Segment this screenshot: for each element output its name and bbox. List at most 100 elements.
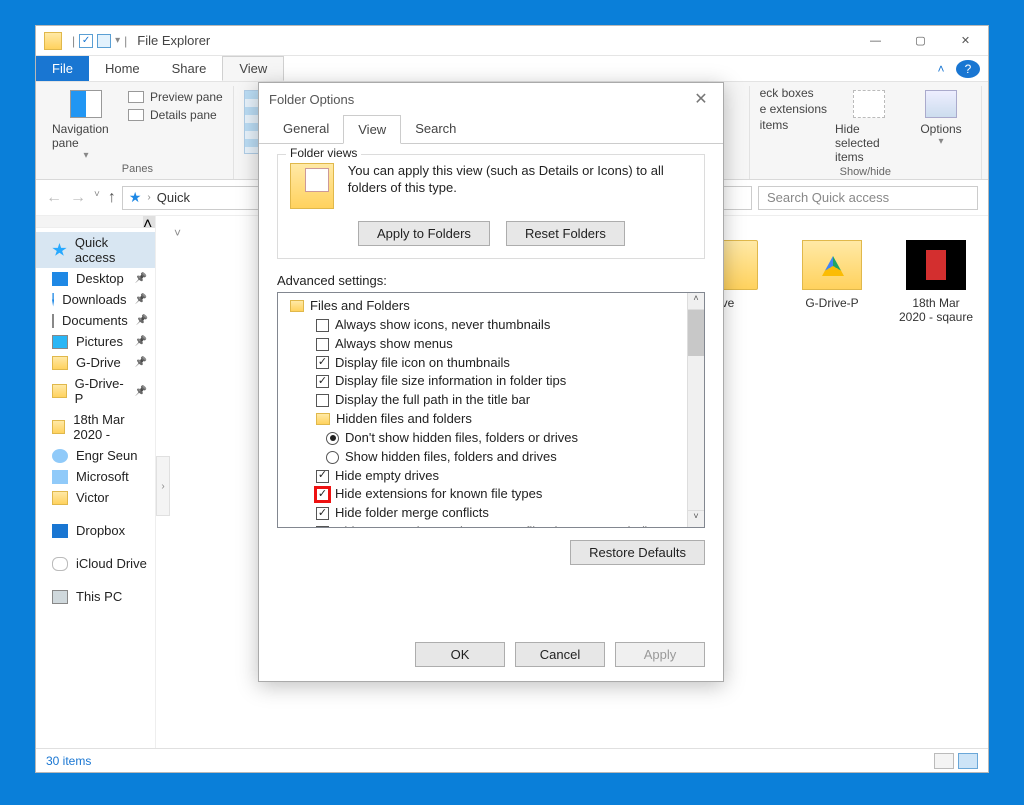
details-view-button[interactable] bbox=[934, 753, 954, 769]
sidebar-item-documents[interactable]: Documents📌 bbox=[36, 310, 155, 331]
checkbox[interactable] bbox=[314, 486, 331, 503]
sidebar-item-victor[interactable]: Victor bbox=[36, 487, 155, 508]
advanced-setting-item[interactable]: Show hidden files, folders and drives bbox=[280, 448, 702, 467]
nav-collapser[interactable]: › bbox=[156, 456, 170, 516]
item-checkboxes-option[interactable]: eck boxes bbox=[760, 86, 827, 100]
checkbox[interactable] bbox=[316, 394, 329, 407]
close-button[interactable]: ✕ bbox=[943, 26, 988, 56]
setting-label: Hide protected operating system files (R… bbox=[335, 523, 649, 528]
advanced-setting-item[interactable]: Hide empty drives bbox=[280, 467, 702, 486]
sidebar-item-label: 18th Mar 2020 - bbox=[73, 412, 147, 442]
up-button[interactable]: ↑ bbox=[108, 189, 116, 207]
sidebar-item-engr-seun[interactable]: Engr Seun bbox=[36, 445, 155, 466]
sidebar-item-dropbox[interactable]: Dropbox bbox=[36, 520, 155, 541]
dropbox-icon bbox=[52, 524, 68, 538]
sidebar-item-label: Microsoft bbox=[76, 469, 129, 484]
dialog-tab-general[interactable]: General bbox=[269, 115, 343, 143]
details-pane-button[interactable]: Details pane bbox=[128, 108, 223, 122]
options-button[interactable]: Options ▾ bbox=[911, 86, 971, 147]
checkbox[interactable] bbox=[316, 338, 329, 351]
advanced-setting-item: Files and Folders bbox=[280, 297, 702, 316]
back-button[interactable]: ← bbox=[46, 189, 62, 207]
scroll-down-icon[interactable]: ˅ bbox=[688, 510, 704, 527]
checkbox[interactable] bbox=[316, 470, 329, 483]
folder-item[interactable]: 18th Mar 2020 - sqaure bbox=[898, 240, 974, 324]
sidebar-item-pictures[interactable]: Pictures📌 bbox=[36, 331, 155, 352]
advanced-setting-item[interactable]: Hide folder merge conflicts bbox=[280, 504, 702, 523]
advanced-setting-item[interactable]: Don't show hidden files, folders or driv… bbox=[280, 429, 702, 448]
dialog-body: Folder views You can apply this view (su… bbox=[259, 144, 723, 630]
folder-views-desc: You can apply this view (such as Details… bbox=[348, 163, 692, 197]
checkbox[interactable] bbox=[316, 507, 329, 520]
advanced-setting-item[interactable]: Always show menus bbox=[280, 335, 702, 354]
cancel-button[interactable]: Cancel bbox=[515, 642, 605, 667]
sidebar-item-icloud-drive[interactable]: iCloud Drive bbox=[36, 553, 155, 574]
restore-defaults-button[interactable]: Restore Defaults bbox=[570, 540, 705, 565]
ok-button[interactable]: OK bbox=[415, 642, 505, 667]
folder-item[interactable]: G-Drive-P bbox=[794, 240, 870, 324]
ribbon-collapse-icon[interactable]: ˄ bbox=[926, 56, 956, 81]
radio[interactable] bbox=[326, 432, 339, 445]
dialog-tab-search[interactable]: Search bbox=[401, 115, 470, 143]
setting-label: Hide folder merge conflicts bbox=[335, 504, 489, 523]
qat-new-folder-icon[interactable] bbox=[97, 34, 111, 48]
sidebar-item-downloads[interactable]: Downloads📌 bbox=[36, 289, 155, 310]
pic-icon bbox=[52, 335, 68, 349]
quick-access-toolbar: ✓ ▾ bbox=[79, 34, 120, 48]
folder-options-dialog: Folder Options ✕ General View Search Fol… bbox=[258, 82, 724, 682]
dialog-close-button[interactable]: ✕ bbox=[689, 89, 713, 109]
reset-folders-button[interactable]: Reset Folders bbox=[506, 221, 625, 246]
sidebar-item-label: Dropbox bbox=[76, 523, 125, 538]
recent-dropdown-icon[interactable]: ˅ bbox=[94, 189, 100, 207]
sidebar-item-g-drive-p[interactable]: G-Drive-P📌 bbox=[36, 373, 155, 409]
tab-file[interactable]: File bbox=[36, 56, 89, 81]
apply-to-folders-button[interactable]: Apply to Folders bbox=[358, 221, 490, 246]
checkbox[interactable] bbox=[316, 526, 329, 528]
scroll-up-icon[interactable]: ˄ bbox=[688, 293, 704, 310]
tab-view[interactable]: View bbox=[222, 56, 284, 81]
qat-dropdown-icon[interactable]: ▾ bbox=[115, 35, 120, 46]
folder-label: G-Drive-P bbox=[794, 296, 870, 310]
apply-button[interactable]: Apply bbox=[615, 642, 705, 667]
advanced-setting-item[interactable]: Hide protected operating system files (R… bbox=[280, 523, 702, 528]
preview-pane-button[interactable]: Preview pane bbox=[128, 90, 223, 104]
advanced-setting-item[interactable]: Hide extensions for known file types bbox=[280, 485, 702, 504]
sidebar-item-label: Downloads bbox=[62, 292, 126, 307]
sidebar-item-label: Documents bbox=[62, 313, 128, 328]
search-input[interactable]: Search Quick access bbox=[758, 186, 978, 210]
sidebar-item-this-pc[interactable]: This PC bbox=[36, 586, 155, 607]
file-extensions-option[interactable]: e extensions bbox=[760, 102, 827, 116]
hide-selected-button[interactable]: Hide selected items bbox=[835, 86, 903, 164]
navigation-pane-button[interactable]: Navigation pane ▾ bbox=[52, 86, 120, 161]
nav-scrollbar[interactable]: ˄ bbox=[36, 216, 155, 228]
help-icon[interactable]: ? bbox=[956, 60, 980, 78]
hidden-items-option[interactable]: items bbox=[760, 118, 827, 132]
sidebar-item-microsoft[interactable]: Microsoft bbox=[36, 466, 155, 487]
tab-share[interactable]: Share bbox=[156, 56, 223, 81]
pc-icon bbox=[52, 590, 68, 604]
sidebar-item-quick-access[interactable]: Quick access bbox=[36, 232, 155, 268]
minimize-button[interactable]: — bbox=[853, 26, 898, 56]
sidebar-item-18th-mar-2020-[interactable]: 18th Mar 2020 - bbox=[36, 409, 155, 445]
sidebar-item-desktop[interactable]: Desktop📌 bbox=[36, 268, 155, 289]
qat-properties-icon[interactable]: ✓ bbox=[79, 34, 93, 48]
maximize-button[interactable]: ▢ bbox=[898, 26, 943, 56]
radio[interactable] bbox=[326, 451, 339, 464]
checkbox[interactable] bbox=[316, 375, 329, 388]
setting-label: Hidden files and folders bbox=[336, 410, 472, 429]
advanced-setting-item[interactable]: Display file size information in folder … bbox=[280, 372, 702, 391]
folder-icon bbox=[52, 384, 67, 398]
scroll-thumb[interactable] bbox=[688, 310, 704, 356]
scroll-up-icon[interactable]: ˄ bbox=[143, 216, 155, 228]
advanced-scrollbar[interactable]: ˄ ˅ bbox=[687, 293, 704, 527]
sidebar-item-g-drive[interactable]: G-Drive📌 bbox=[36, 352, 155, 373]
advanced-setting-item[interactable]: Display file icon on thumbnails bbox=[280, 354, 702, 373]
forward-button[interactable]: → bbox=[70, 189, 86, 207]
checkbox[interactable] bbox=[316, 356, 329, 369]
tab-home[interactable]: Home bbox=[89, 56, 156, 81]
dialog-tab-view[interactable]: View bbox=[343, 115, 401, 144]
large-icons-view-button[interactable] bbox=[958, 753, 978, 769]
advanced-setting-item[interactable]: Display the full path in the title bar bbox=[280, 391, 702, 410]
checkbox[interactable] bbox=[316, 319, 329, 332]
advanced-setting-item[interactable]: Always show icons, never thumbnails bbox=[280, 316, 702, 335]
